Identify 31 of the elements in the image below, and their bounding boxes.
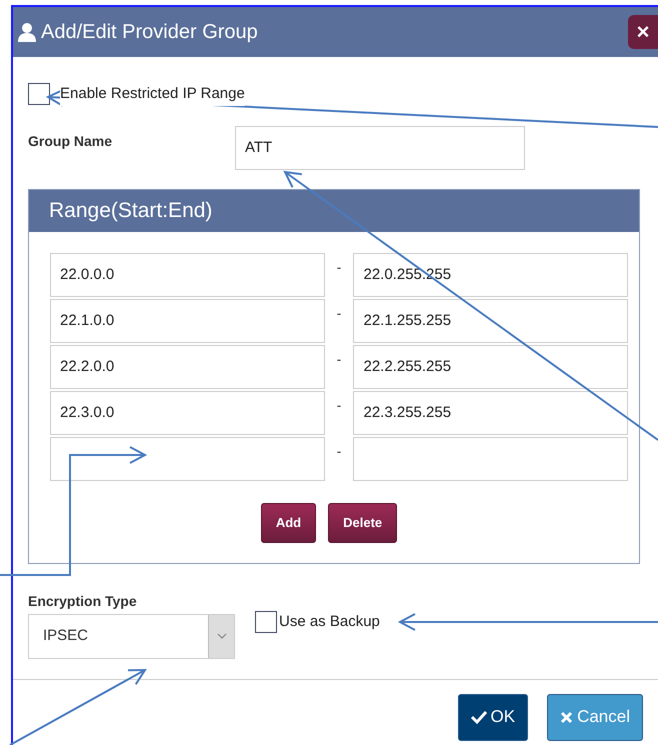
- field-label: Encryption Type: [28, 592, 138, 611]
- delete-button[interactable]: Delete: [328, 502, 398, 542]
- range-end-field[interactable]: 22.1.255.255: [353, 298, 628, 342]
- group-name-field[interactable]: ATT: [235, 126, 525, 170]
- range-separator: -: [336, 304, 342, 322]
- range-start-field[interactable]: [50, 436, 325, 480]
- caret-icon: [216, 633, 226, 639]
- range-start-field[interactable]: 22.2.0.0: [50, 344, 325, 388]
- dialog-title: Add/Edit Provider Group: [41, 20, 258, 45]
- range-start-field[interactable]: 22.0.0.0: [50, 252, 325, 296]
- range-end-field[interactable]: [353, 436, 628, 480]
- range-end-field[interactable]: 22.3.255.255: [353, 390, 628, 434]
- ok-button[interactable]: OK: [458, 694, 528, 740]
- add-button[interactable]: Add: [260, 502, 316, 542]
- range-end-field[interactable]: 22.2.255.255: [353, 344, 628, 388]
- range-separator: -: [336, 442, 342, 460]
- range-separator: -: [336, 396, 342, 414]
- field-label: Group Name: [28, 132, 114, 151]
- range-separator: -: [336, 258, 342, 276]
- checkbox-label: Use as Backup: [279, 612, 380, 632]
- checkbox[interactable]: [255, 610, 277, 632]
- user-icon: [17, 22, 37, 42]
- range-start-field[interactable]: 22.3.0.0: [50, 390, 325, 434]
- close-icon: [560, 710, 574, 724]
- checkbox[interactable]: [28, 83, 50, 106]
- range-separator: -: [336, 350, 342, 368]
- range-start-field[interactable]: 22.1.0.0: [50, 298, 325, 342]
- encryption-type-select[interactable]: IPSEC: [28, 614, 235, 658]
- panel-header: Range(Start:End): [29, 190, 639, 232]
- close-button[interactable]: ×: [628, 15, 658, 49]
- check-icon: [470, 710, 487, 724]
